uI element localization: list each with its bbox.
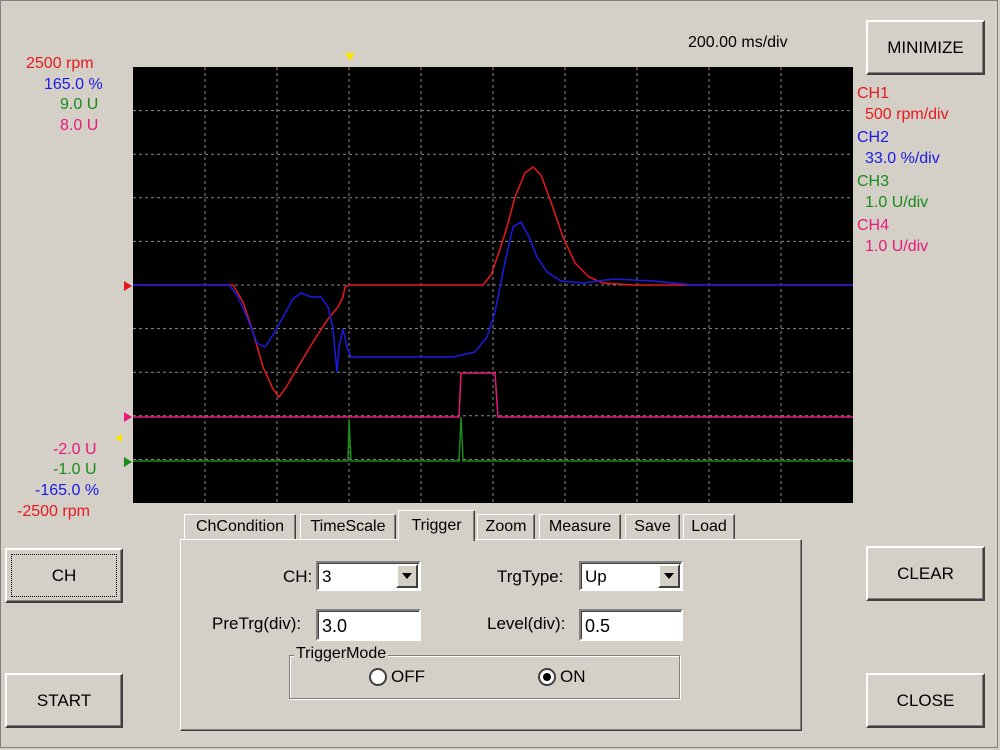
timescale-readout: 200.00 ms/div	[688, 34, 788, 51]
scope-display	[133, 67, 853, 503]
ch4-max-label: 8.0 U	[60, 117, 99, 134]
ch3-max-label: 9.0 U	[60, 96, 99, 113]
ch4-scale: 1.0 U/div	[865, 238, 929, 255]
ch4-name: CH4	[857, 217, 890, 234]
mode-off-label: OFF	[391, 667, 425, 686]
ch3-name: CH3	[857, 173, 890, 190]
ch-label: CH:	[283, 567, 313, 586]
trgtype-label: TrgType:	[497, 567, 564, 586]
mode-off-radio[interactable]: OFF	[369, 667, 425, 687]
trigger-level-icon	[115, 434, 122, 442]
ch2-max-label: 165.0 %	[44, 76, 103, 93]
chevron-down-icon[interactable]	[396, 564, 418, 588]
ch3-scale: 1.0 U/div	[865, 194, 929, 211]
tab-timescale[interactable]: TimeScale	[300, 514, 396, 539]
chevron-down-icon[interactable]	[658, 564, 680, 588]
mode-on-radio[interactable]: ON	[538, 667, 586, 687]
pretrg-input[interactable]: 3.0	[316, 609, 421, 641]
start-button[interactable]: START	[5, 673, 123, 728]
ch4-offset-marker-icon	[124, 412, 132, 422]
trgtype-select[interactable]: Up	[579, 561, 683, 591]
mode-on-label: ON	[560, 667, 586, 686]
ch-select[interactable]: 3	[316, 561, 421, 591]
ch3-offset-marker-icon	[124, 457, 132, 467]
ch1-max-label: 2500 rpm	[26, 55, 94, 72]
tab-chcondition[interactable]: ChCondition	[184, 514, 296, 539]
trigger-panel	[180, 539, 802, 731]
level-input[interactable]: 0.5	[579, 609, 683, 641]
trigger-position-icon	[345, 53, 355, 61]
ch4-min-label: -2.0 U	[53, 441, 97, 458]
radio-on-icon	[538, 668, 556, 686]
triggermode-title: TriggerMode	[294, 645, 389, 663]
tab-measure[interactable]: Measure	[539, 514, 621, 539]
ch3-min-label: -1.0 U	[53, 461, 97, 478]
tab-trigger[interactable]: Trigger	[398, 510, 475, 541]
pretrg-label: PreTrg(div):	[212, 614, 302, 633]
ch1-min-label: -2500 rpm	[17, 503, 90, 520]
ch2-name: CH2	[857, 129, 890, 146]
radio-off-icon	[369, 668, 387, 686]
ch2-scale: 33.0 %/div	[865, 150, 940, 167]
ch1-ch2-offset-marker-icon	[124, 281, 132, 291]
ch-select-value: 3	[322, 567, 332, 586]
clear-button[interactable]: CLEAR	[866, 546, 985, 601]
tab-zoom[interactable]: Zoom	[477, 514, 535, 539]
ch2-min-label: -165.0 %	[35, 482, 100, 499]
trgtype-select-value: Up	[585, 567, 607, 586]
ch-button[interactable]: CH	[5, 548, 123, 603]
minimize-button[interactable]: MINIMIZE	[866, 20, 985, 75]
tab-save[interactable]: Save	[625, 514, 680, 539]
tab-load[interactable]: Load	[683, 514, 735, 539]
ch1-scale: 500 rpm/div	[865, 106, 949, 123]
close-button[interactable]: CLOSE	[866, 673, 985, 728]
ch1-name: CH1	[857, 85, 890, 102]
level-label: Level(div):	[487, 614, 566, 633]
